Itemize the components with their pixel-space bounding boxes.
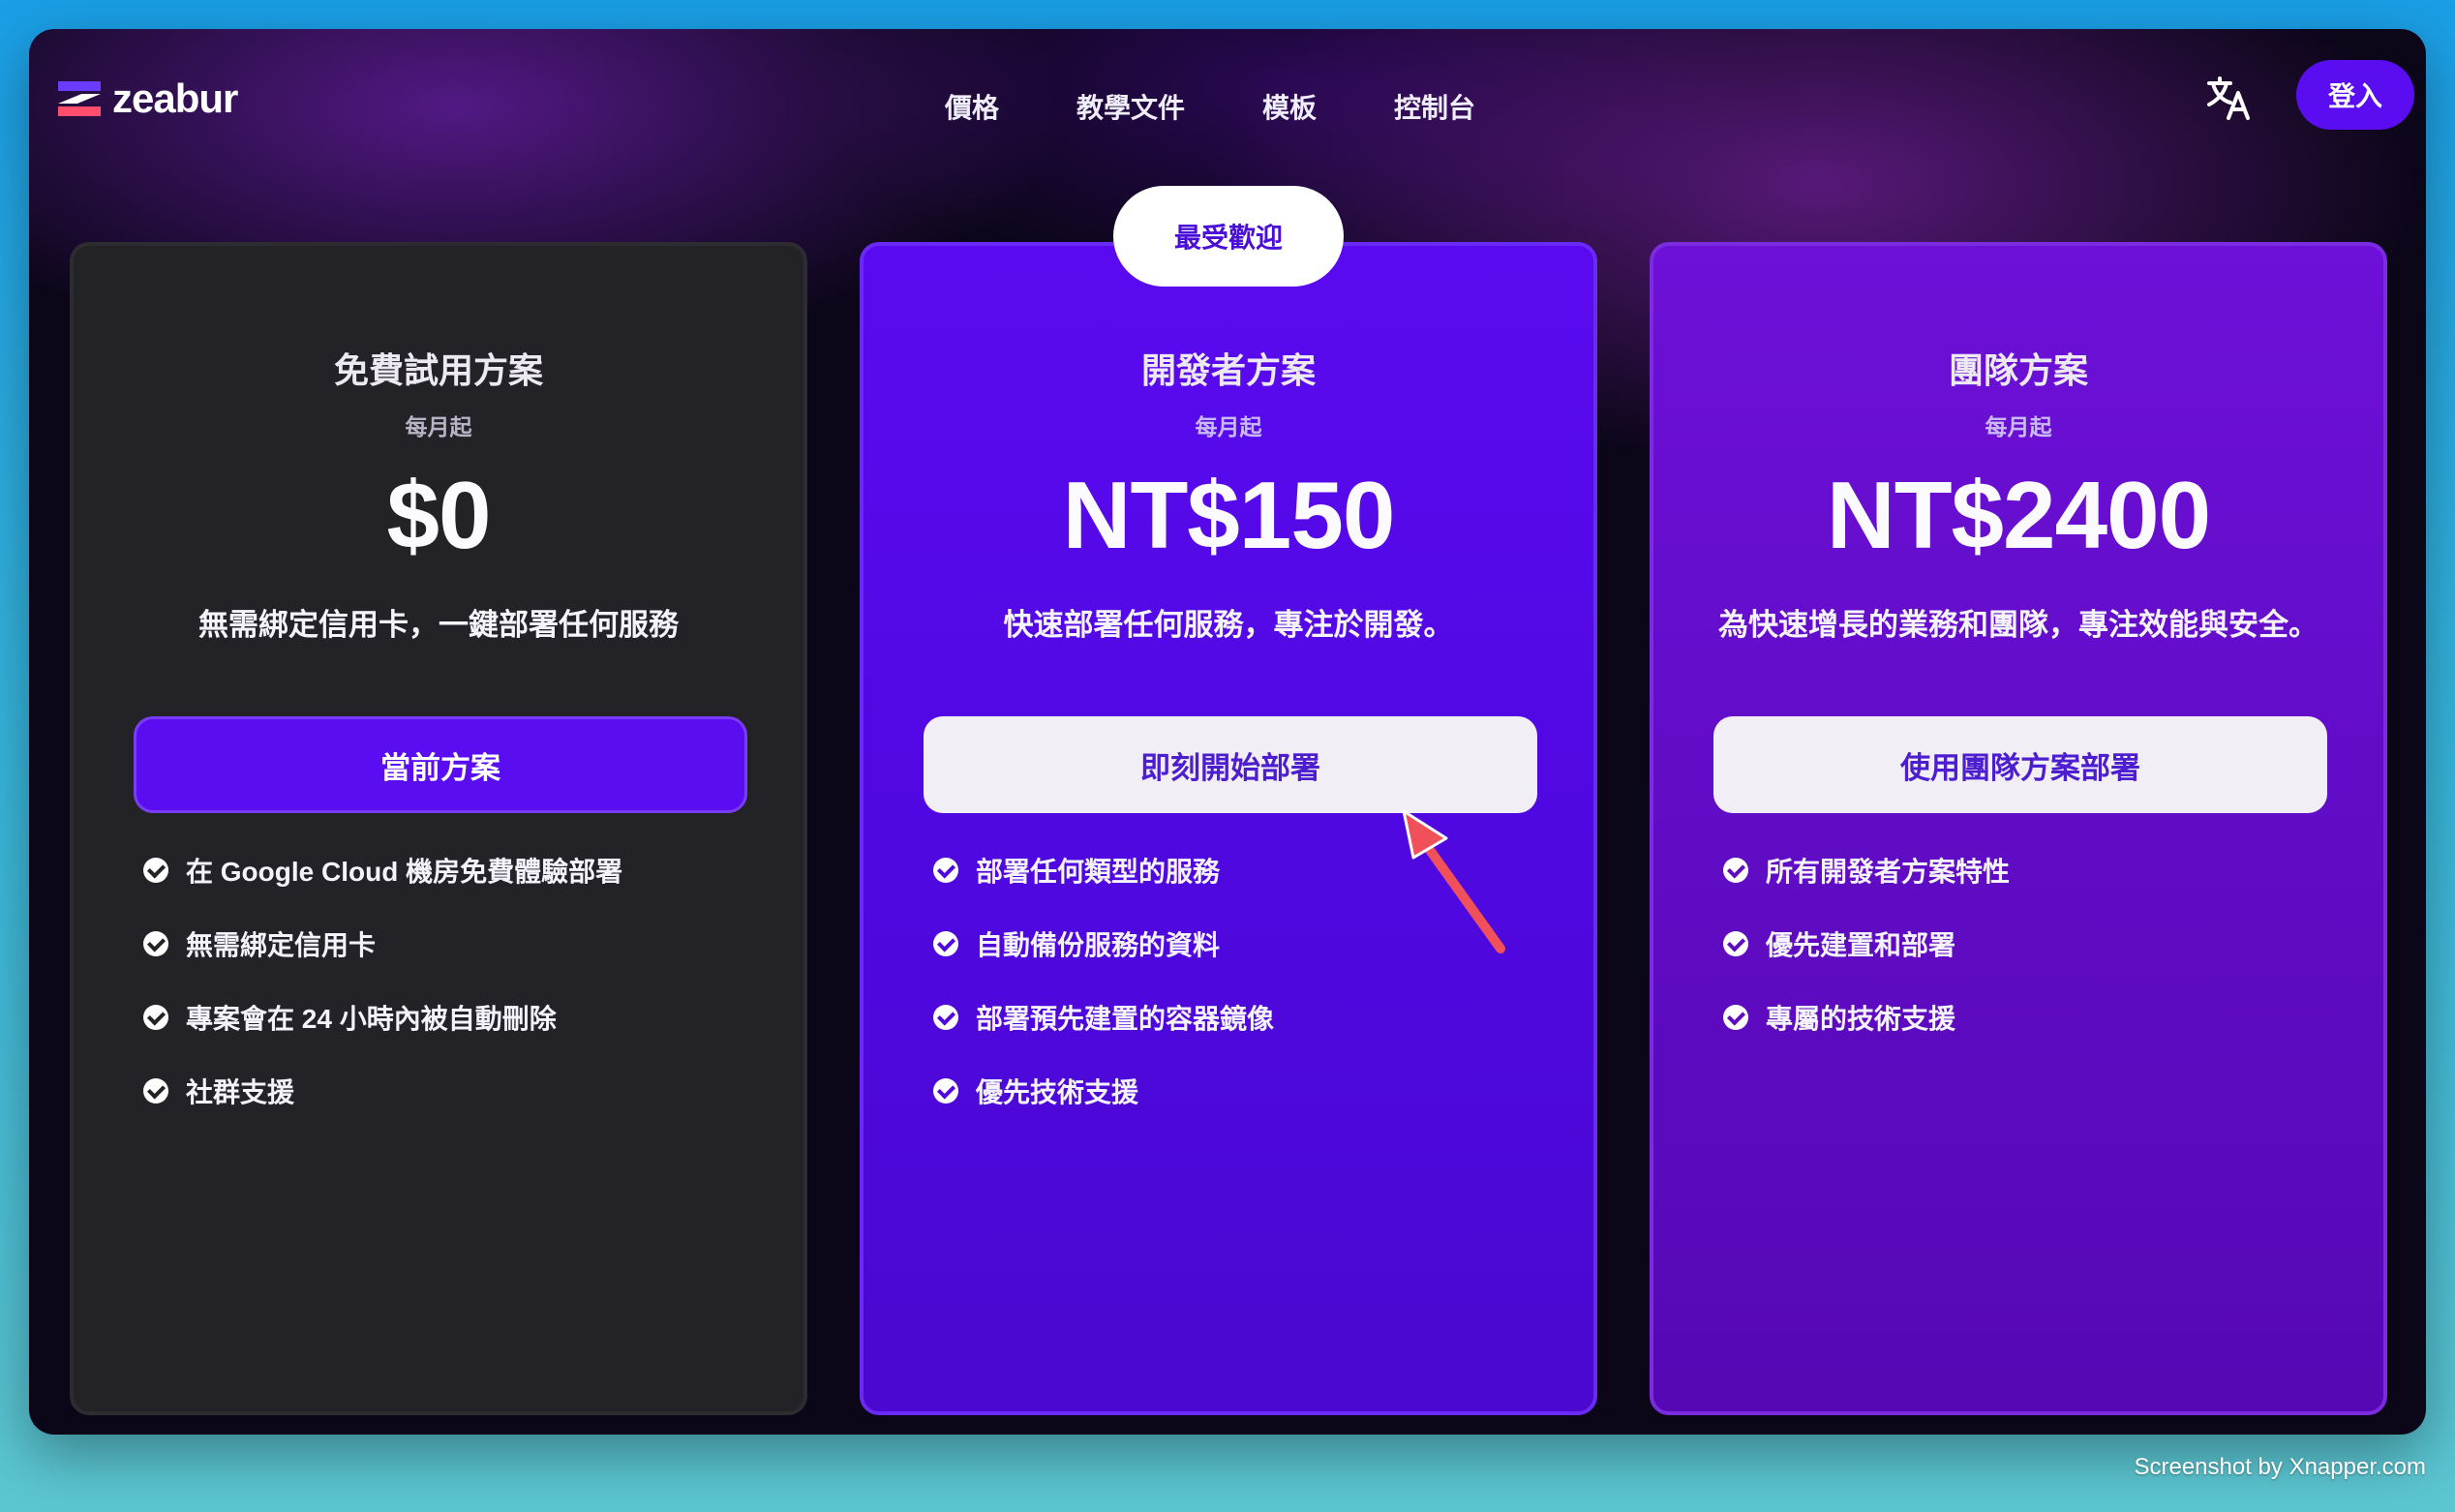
feature-label: 優先建置和部署 — [1766, 930, 1956, 960]
feature-label: 無需綁定信用卡 — [186, 930, 377, 960]
check-circle-icon — [1723, 858, 1748, 883]
plan-title: 開發者方案 — [1140, 350, 1316, 390]
feature-item: 在 Google Cloud 機房免費體驗部署 — [143, 852, 622, 889]
check-circle-icon — [143, 858, 168, 883]
feature-item: 自動備份服務的資料 — [933, 925, 1274, 962]
check-circle-icon — [1723, 1005, 1748, 1030]
check-circle-icon — [143, 1078, 168, 1104]
login-button[interactable]: 登入 — [2296, 60, 2414, 130]
nav-item-templates[interactable]: 模板 — [1262, 87, 1317, 126]
feature-item: 專屬的技術支援 — [1723, 999, 2010, 1036]
plan-description: 無需綁定信用卡，一鍵部署任何服務 — [198, 608, 679, 642]
annotation-arrow-icon — [1402, 809, 1505, 953]
feature-label: 部署預先建置的容器鏡像 — [976, 1004, 1275, 1034]
start-deploy-button[interactable]: 即刻開始部署 — [924, 716, 1537, 813]
nav-item-docs[interactable]: 教學文件 — [1076, 87, 1185, 126]
check-circle-icon — [1723, 931, 1748, 956]
main-nav: 價格 教學文件 模板 控制台 — [945, 87, 1475, 126]
feature-list: 所有開發者方案特性 優先建置和部署 專屬的技術支援 — [1723, 852, 2010, 1073]
plan-price: NT$150 — [1062, 462, 1396, 568]
plan-price: $0 — [386, 462, 491, 568]
plan-title: 免費試用方案 — [333, 350, 543, 390]
current-plan-button[interactable]: 當前方案 — [134, 716, 747, 813]
app-window: zeabur 價格 教學文件 模板 控制台 登入 免費試用方案 每月起 $0 無… — [29, 29, 2426, 1435]
feature-label: 優先技術支援 — [976, 1077, 1139, 1107]
feature-label: 在 Google Cloud 機房免費體驗部署 — [186, 857, 623, 887]
feature-item: 優先技術支援 — [933, 1073, 1274, 1109]
plan-card-free: 免費試用方案 每月起 $0 無需綁定信用卡，一鍵部署任何服務 當前方案 在 Go… — [70, 242, 807, 1415]
logo-text: zeabur — [112, 76, 238, 121]
plan-card-team: 團隊方案 每月起 NT$2400 為快速增長的業務和團隊，專注效能與安全。 使用… — [1650, 242, 2387, 1415]
feature-label: 專屬的技術支援 — [1766, 1004, 1956, 1034]
nav-item-pricing[interactable]: 價格 — [945, 87, 999, 126]
check-circle-icon — [143, 931, 168, 956]
check-circle-icon — [143, 1005, 168, 1030]
feature-item: 社群支援 — [143, 1073, 622, 1109]
plan-description: 為快速增長的業務和團隊，專注效能與安全。 — [1718, 608, 2319, 642]
feature-list: 部署任何類型的服務 自動備份服務的資料 部署預先建置的容器鏡像 優先技術支援 — [933, 852, 1274, 1146]
feature-list: 在 Google Cloud 機房免費體驗部署 無需綁定信用卡 專案會在 24 … — [143, 852, 622, 1146]
check-circle-icon — [933, 1078, 958, 1104]
check-circle-icon — [933, 931, 958, 956]
feature-item: 部署任何類型的服務 — [933, 852, 1274, 889]
feature-label: 部署任何類型的服務 — [976, 857, 1221, 887]
plan-subtitle: 每月起 — [405, 414, 472, 439]
feature-item: 部署預先建置的容器鏡像 — [933, 999, 1274, 1036]
most-popular-badge: 最受歡迎 — [1113, 186, 1344, 287]
translate-icon[interactable] — [2205, 74, 2254, 122]
plan-title: 團隊方案 — [1948, 350, 2088, 390]
plan-subtitle: 每月起 — [1985, 414, 2052, 439]
plan-subtitle: 每月起 — [1195, 414, 1262, 439]
feature-item: 優先建置和部署 — [1723, 925, 2010, 962]
logo[interactable]: zeabur — [58, 76, 238, 122]
plan-price: NT$2400 — [1826, 462, 2211, 568]
zeabur-logo-icon — [58, 81, 101, 116]
plan-description: 快速部署任何服務，專注於開發。 — [1003, 608, 1454, 642]
check-circle-icon — [933, 1005, 958, 1030]
team-deploy-button[interactable]: 使用團隊方案部署 — [1713, 716, 2327, 813]
screenshot-credit: Screenshot by Xnapper.com — [2134, 1454, 2426, 1480]
feature-item: 專案會在 24 小時內被自動刪除 — [143, 999, 622, 1036]
feature-item: 無需綁定信用卡 — [143, 925, 622, 962]
check-circle-icon — [933, 858, 958, 883]
feature-label: 自動備份服務的資料 — [976, 930, 1221, 960]
feature-label: 所有開發者方案特性 — [1766, 857, 2011, 887]
feature-label: 社群支援 — [186, 1077, 295, 1107]
nav-item-dashboard[interactable]: 控制台 — [1394, 87, 1475, 126]
feature-label: 專案會在 24 小時內被自動刪除 — [186, 1004, 557, 1034]
feature-item: 所有開發者方案特性 — [1723, 852, 2010, 889]
